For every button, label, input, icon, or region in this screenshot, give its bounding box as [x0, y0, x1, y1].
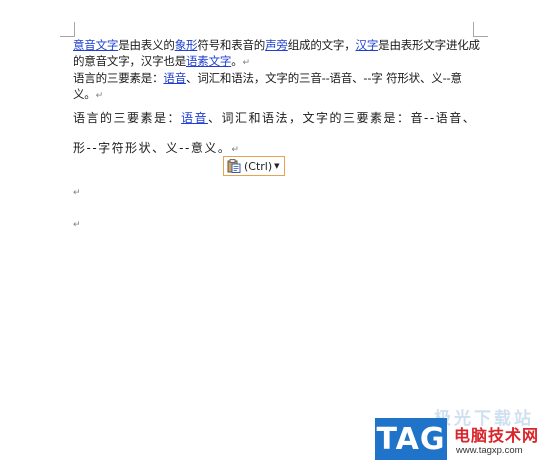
- paragraph-2-text: 语言的三要素是：: [73, 71, 164, 85]
- paragraph-1-text: 符号和表音的: [197, 38, 266, 52]
- link-yuyin[interactable]: 语音: [163, 71, 186, 85]
- page-corner-mark-top-right: [473, 22, 488, 37]
- paragraph-3-text: 语言的三要素是：: [73, 111, 182, 125]
- tag-logo-badge: TAG: [375, 418, 447, 460]
- paragraph-mark: ↵: [231, 145, 239, 155]
- paste-options-label: (Ctrl): [244, 159, 273, 173]
- paragraph-mark: ↵: [73, 188, 81, 198]
- site-watermark-logo: 极光下载站 TAG 电脑技术网 www.tagxp.com: [372, 409, 551, 460]
- link-yuyin-pasted[interactable]: 语音: [181, 111, 208, 125]
- link-hanzi[interactable]: 汉字: [356, 38, 379, 52]
- paragraph-1-text: 组成的文字，: [287, 38, 356, 52]
- paragraph-mark: ↵: [242, 58, 251, 68]
- watermark-title: 电脑技术网: [454, 426, 540, 445]
- paragraph-1-end: 。: [231, 54, 243, 68]
- link-yusu-wenzi[interactable]: 语素文字: [186, 54, 231, 68]
- paragraph-2[interactable]: 语言的三要素是：语音、词汇和语法，文字的三音--语音、--字 符形状、义--意义…: [73, 70, 483, 104]
- paragraph-1-text: 是由表义的: [118, 38, 175, 52]
- empty-paragraph[interactable]: ↵: [73, 180, 81, 199]
- empty-paragraph[interactable]: ↵: [73, 212, 81, 231]
- clipboard-paste-icon: [227, 159, 241, 173]
- watermark-url: www.tagxp.com: [456, 445, 523, 456]
- link-shengpang[interactable]: 声旁: [265, 38, 288, 52]
- paragraph-mark: ↵: [73, 220, 81, 230]
- link-xiangxing[interactable]: 象形: [175, 38, 198, 52]
- paste-options-button[interactable]: (Ctrl) ▼: [223, 156, 285, 176]
- paragraph-mark: ↵: [95, 91, 104, 101]
- link-yiyin-wenzi[interactable]: 意音文字: [73, 38, 118, 52]
- paragraph-1[interactable]: 意音文字是由表义的象形符号和表音的声旁组成的文字，汉字是由表形文字进化成的意音文…: [73, 37, 483, 71]
- page-corner-mark-top-left: [60, 22, 75, 37]
- chevron-down-icon: ▼: [274, 162, 280, 170]
